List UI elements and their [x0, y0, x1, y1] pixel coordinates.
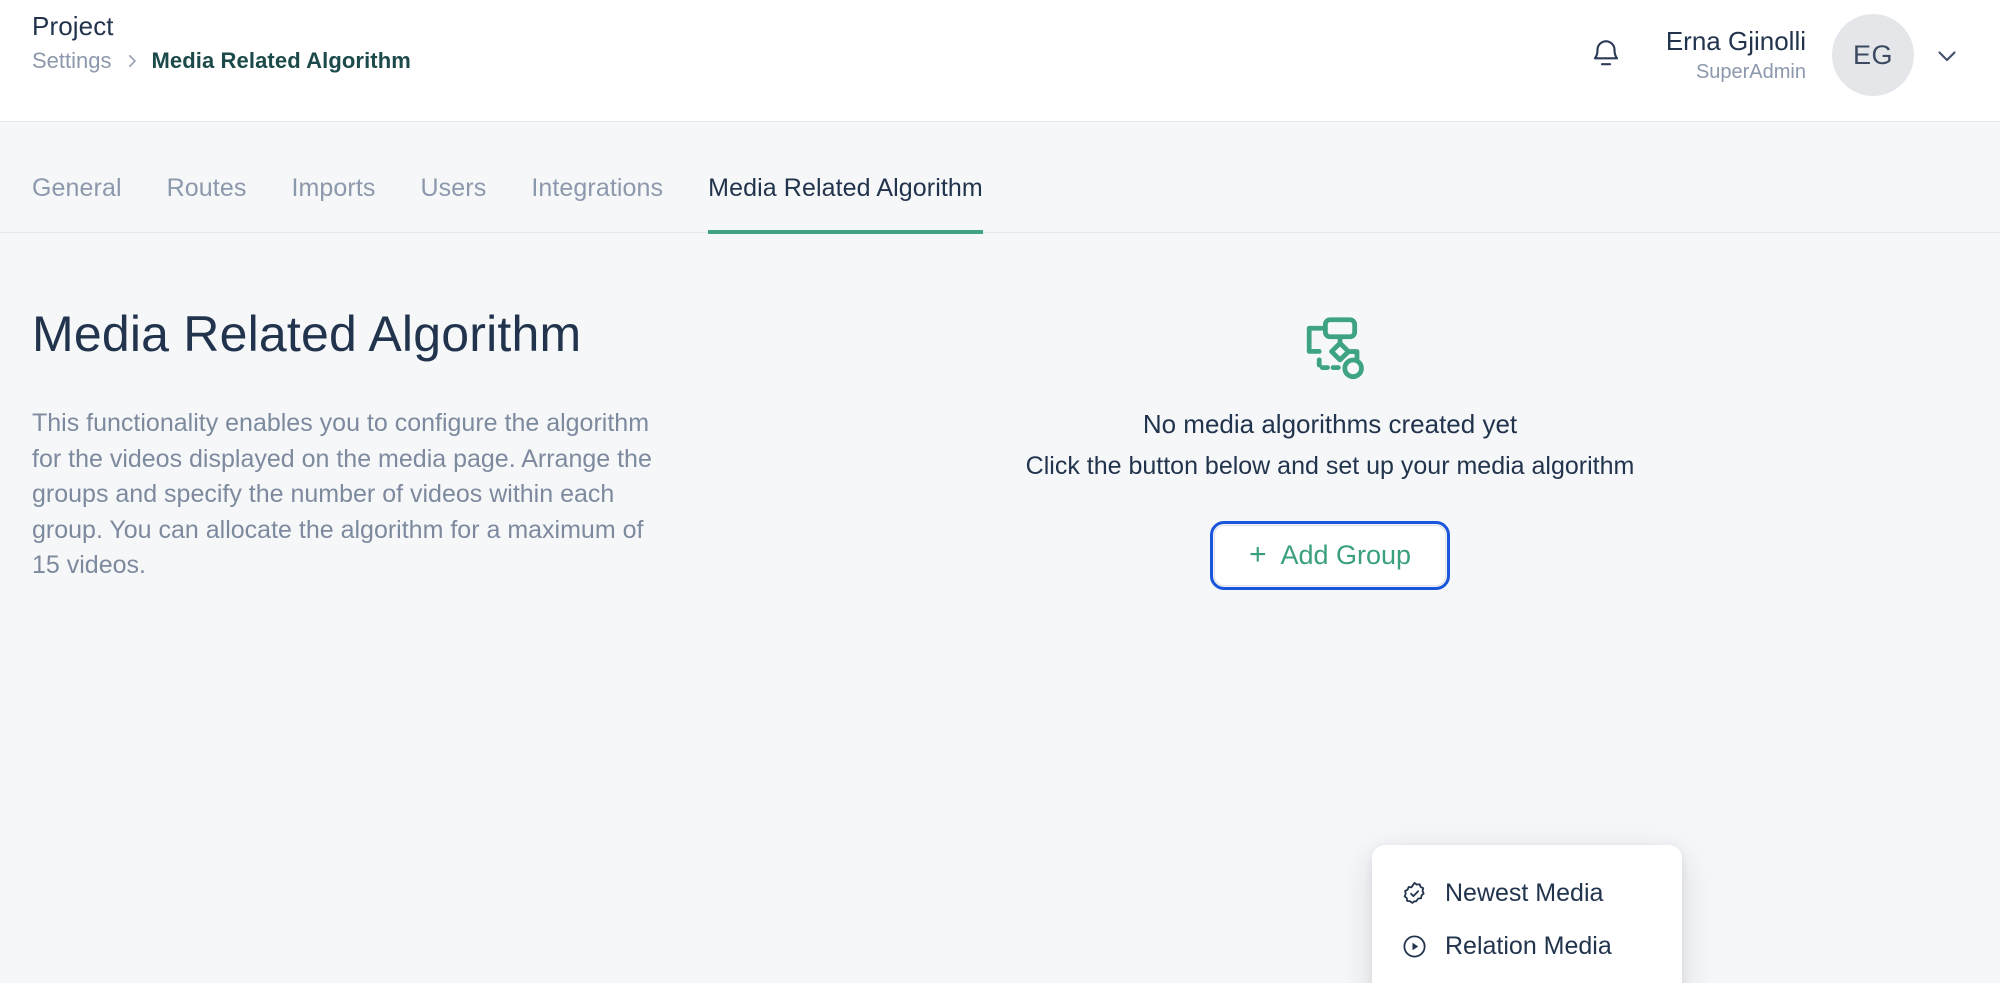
breadcrumb: Settings Media Related Algorithm	[32, 48, 411, 74]
tab-list: General Routes Imports Users Integration…	[32, 174, 1968, 234]
dropdown-item-relation-media[interactable]: Relation Media	[1372, 920, 1682, 973]
chevron-down-icon[interactable]	[1932, 40, 1962, 70]
section-description: This functionality enables you to config…	[32, 409, 652, 579]
user-role: SuperAdmin	[1695, 61, 1806, 84]
chevron-right-icon	[123, 52, 141, 70]
add-group-holder: + Add Group	[1209, 521, 1451, 590]
tab-routes[interactable]: Routes	[167, 174, 247, 234]
section-heading: Media Related Algorithm	[32, 306, 582, 362]
description-column: Media Related Algorithm This functionali…	[32, 307, 692, 584]
user-meta: Erna Gjinolli SuperAdmin	[1666, 24, 1806, 86]
bell-icon	[1589, 37, 1623, 74]
tab-integrations[interactable]: Integrations	[531, 174, 663, 234]
algorithm-flowchart-icon	[1293, 309, 1367, 388]
breadcrumb-item-current: Media Related Algorithm	[151, 47, 411, 73]
dropdown-item-label: Newest Media	[1445, 879, 1604, 907]
add-group-button[interactable]: + Add Group	[1209, 521, 1451, 590]
avatar[interactable]: EG	[1832, 14, 1914, 96]
main-content: Media Related Algorithm This functionali…	[0, 233, 2000, 983]
user-name: Erna Gjinolli	[1665, 25, 1806, 56]
dropdown-item-label: Relation Media	[1445, 932, 1612, 960]
verified-badge-icon	[1400, 879, 1429, 908]
empty-state-subtitle: Click the button below and set up your m…	[1025, 452, 1635, 480]
app-header: Project Settings Media Related Algorithm…	[0, 0, 2000, 122]
breadcrumb-item-settings[interactable]: Settings	[32, 48, 112, 74]
dropdown-item-newest-media[interactable]: Newest Media	[1372, 867, 1682, 920]
tab-media-related-algorithm[interactable]: Media Related Algorithm	[708, 174, 983, 234]
header-right-group: Erna Gjinolli SuperAdmin EG	[1586, 0, 1962, 96]
dropdown-item-trending-media[interactable]: Trending Media	[1372, 973, 1682, 983]
empty-state-title: No media algorithms created yet	[1142, 409, 1518, 439]
tab-general[interactable]: General	[32, 174, 122, 234]
play-circle-icon	[1400, 932, 1429, 961]
plus-icon: +	[1248, 537, 1267, 571]
add-group-dropdown-menu: Newest Media Relation Media Trending Med…	[1372, 845, 1682, 983]
notifications-button[interactable]	[1586, 35, 1626, 75]
user-menu[interactable]: Erna Gjinolli SuperAdmin EG	[1666, 14, 1962, 96]
header-left-group: Project Settings Media Related Algorithm	[32, 0, 411, 74]
content-row: Media Related Algorithm This functionali…	[32, 233, 1968, 590]
empty-state-column: No media algorithms created yet Click th…	[692, 307, 1968, 590]
page-title: Project	[32, 11, 114, 41]
settings-tabbar: General Routes Imports Users Integration…	[0, 174, 2000, 234]
tab-users[interactable]: Users	[421, 174, 487, 234]
tab-imports[interactable]: Imports	[291, 174, 375, 234]
add-group-button-label: Add Group	[1280, 540, 1412, 570]
